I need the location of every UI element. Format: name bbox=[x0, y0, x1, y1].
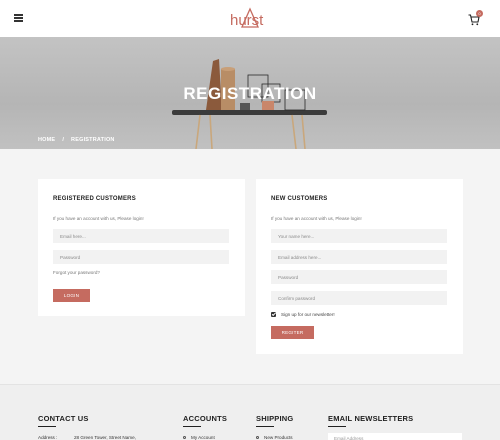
cart-count-badge: 0 bbox=[476, 10, 483, 17]
breadcrumb-current: REGISTRATION bbox=[71, 137, 115, 143]
newsletter-email-input[interactable] bbox=[328, 433, 462, 440]
forgot-password-link[interactable]: Forgot your password? bbox=[53, 270, 100, 275]
footer-newsletter-title: EMAIL NEWSLETTERS bbox=[328, 414, 414, 427]
register-email-input[interactable] bbox=[271, 250, 447, 264]
site-header: hurst 0 bbox=[0, 0, 500, 37]
register-title: NEW CUSTOMERS bbox=[271, 196, 328, 202]
footer-shipping-title: SHIPPING bbox=[256, 414, 294, 427]
bullet-icon bbox=[256, 436, 259, 439]
login-password-input[interactable] bbox=[53, 250, 229, 264]
footer-link-my-account[interactable]: My Account bbox=[183, 435, 215, 440]
login-hint: If you have an account with us, Please l… bbox=[53, 216, 144, 221]
page-title: REGISTRATION bbox=[183, 84, 317, 103]
register-button[interactable]: REGITER bbox=[271, 326, 314, 339]
breadcrumb-home-link[interactable]: HOME bbox=[38, 137, 55, 143]
login-email-input[interactable] bbox=[53, 229, 229, 243]
register-hint: If you have an account with us, Please l… bbox=[271, 216, 362, 221]
bullet-icon bbox=[183, 436, 186, 439]
hero-banner: REGISTRATION HOME / REGISTRATION bbox=[0, 37, 500, 149]
footer-accounts-title: ACCOUNTS bbox=[183, 414, 228, 427]
newsletter-option: Sign up for our newsletter! bbox=[271, 312, 335, 317]
footer-link-label: New Products bbox=[264, 435, 293, 440]
register-password-input[interactable] bbox=[271, 270, 447, 284]
site-footer: CONTACT US Address : 28 Green Tower, Str… bbox=[0, 384, 500, 440]
breadcrumb-separator: / bbox=[62, 137, 65, 143]
register-confirm-password-input[interactable] bbox=[271, 291, 447, 305]
footer-address-value: 28 Green Tower, Street Name, bbox=[74, 435, 136, 440]
menu-icon[interactable] bbox=[14, 14, 23, 22]
footer-link-new-products[interactable]: New Products bbox=[256, 435, 293, 440]
footer-contact-title: CONTACT US bbox=[38, 414, 89, 427]
breadcrumb: HOME / REGISTRATION bbox=[38, 137, 115, 143]
login-card: REGISTERED CUSTOMERS If you have an acco… bbox=[38, 179, 245, 316]
footer-link-label: My Account bbox=[191, 435, 215, 440]
footer-address-label: Address : bbox=[38, 435, 58, 440]
login-button[interactable]: LOGIN bbox=[53, 289, 90, 302]
cart-icon[interactable]: 0 bbox=[468, 10, 483, 26]
login-title: REGISTERED CUSTOMERS bbox=[53, 196, 136, 202]
newsletter-checkbox-label: Sign up for our newsletter! bbox=[281, 312, 335, 317]
register-card: NEW CUSTOMERS If you have an account wit… bbox=[256, 179, 463, 354]
newsletter-checkbox[interactable] bbox=[271, 312, 276, 317]
register-name-input[interactable] bbox=[271, 229, 447, 243]
site-logo[interactable]: hurst bbox=[226, 7, 274, 31]
